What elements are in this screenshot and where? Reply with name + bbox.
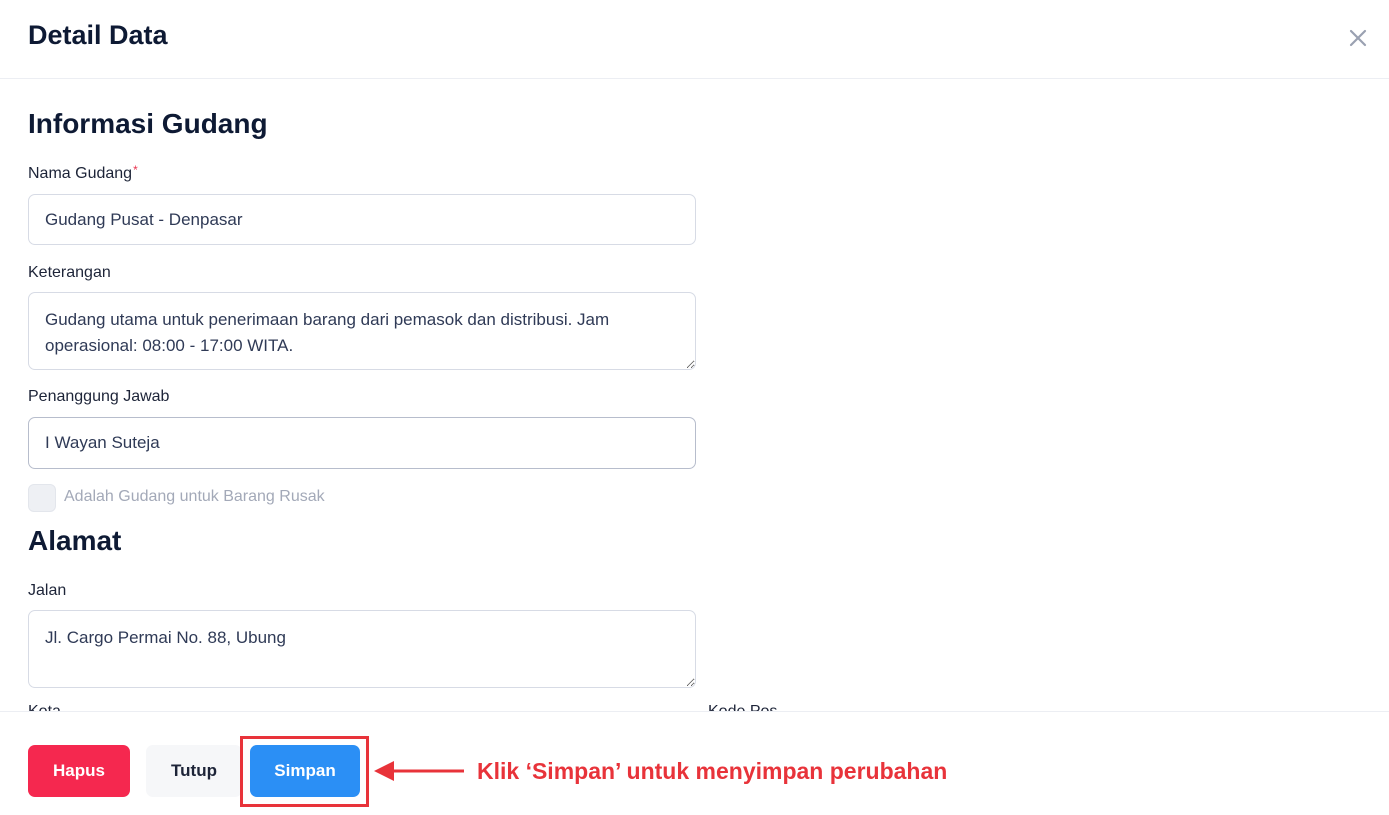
close-modal-button[interactable]: Tutup (146, 745, 242, 797)
barang-rusak-checkbox[interactable] (28, 484, 56, 512)
modal-footer: Hapus Tutup Simpan Klik ‘Simpan’ untuk m… (0, 711, 1389, 815)
penanggung-jawab-label: Penanggung Jawab (28, 388, 170, 405)
keterangan-textarea[interactable]: Gudang utama untuk penerimaan barang dar… (28, 292, 696, 370)
close-icon (1349, 29, 1367, 47)
section-title-informasi-gudang: Informasi Gudang (28, 108, 268, 139)
modal-body[interactable]: Informasi Gudang Nama Gudang* Keterangan… (0, 80, 1389, 711)
required-mark: * (133, 163, 138, 177)
jalan-textarea[interactable]: Jl. Cargo Permai No. 88, Ubung (28, 610, 696, 688)
modal-title: Detail Data (28, 20, 168, 50)
annotation-text: Klik ‘Simpan’ untuk menyimpan perubahan (477, 758, 948, 784)
nama-gudang-label: Nama Gudang* (28, 163, 138, 183)
arrow-left-icon (374, 761, 464, 781)
barang-rusak-label: Adalah Gudang untuk Barang Rusak (64, 488, 325, 505)
delete-button[interactable]: Hapus (28, 745, 130, 797)
save-button[interactable]: Simpan (250, 745, 360, 797)
kode-pos-label: Kode Pos (708, 703, 777, 711)
section-title-alamat: Alamat (28, 525, 122, 556)
nama-gudang-label-text: Nama Gudang (28, 165, 133, 182)
kota-label: Kota (28, 703, 61, 711)
modal-header: Detail Data (0, 0, 1389, 79)
close-button[interactable] (1344, 24, 1372, 52)
keterangan-label: Keterangan (28, 264, 111, 281)
nama-gudang-input[interactable] (28, 194, 696, 245)
penanggung-jawab-input[interactable] (28, 417, 696, 469)
jalan-label: Jalan (28, 582, 67, 599)
